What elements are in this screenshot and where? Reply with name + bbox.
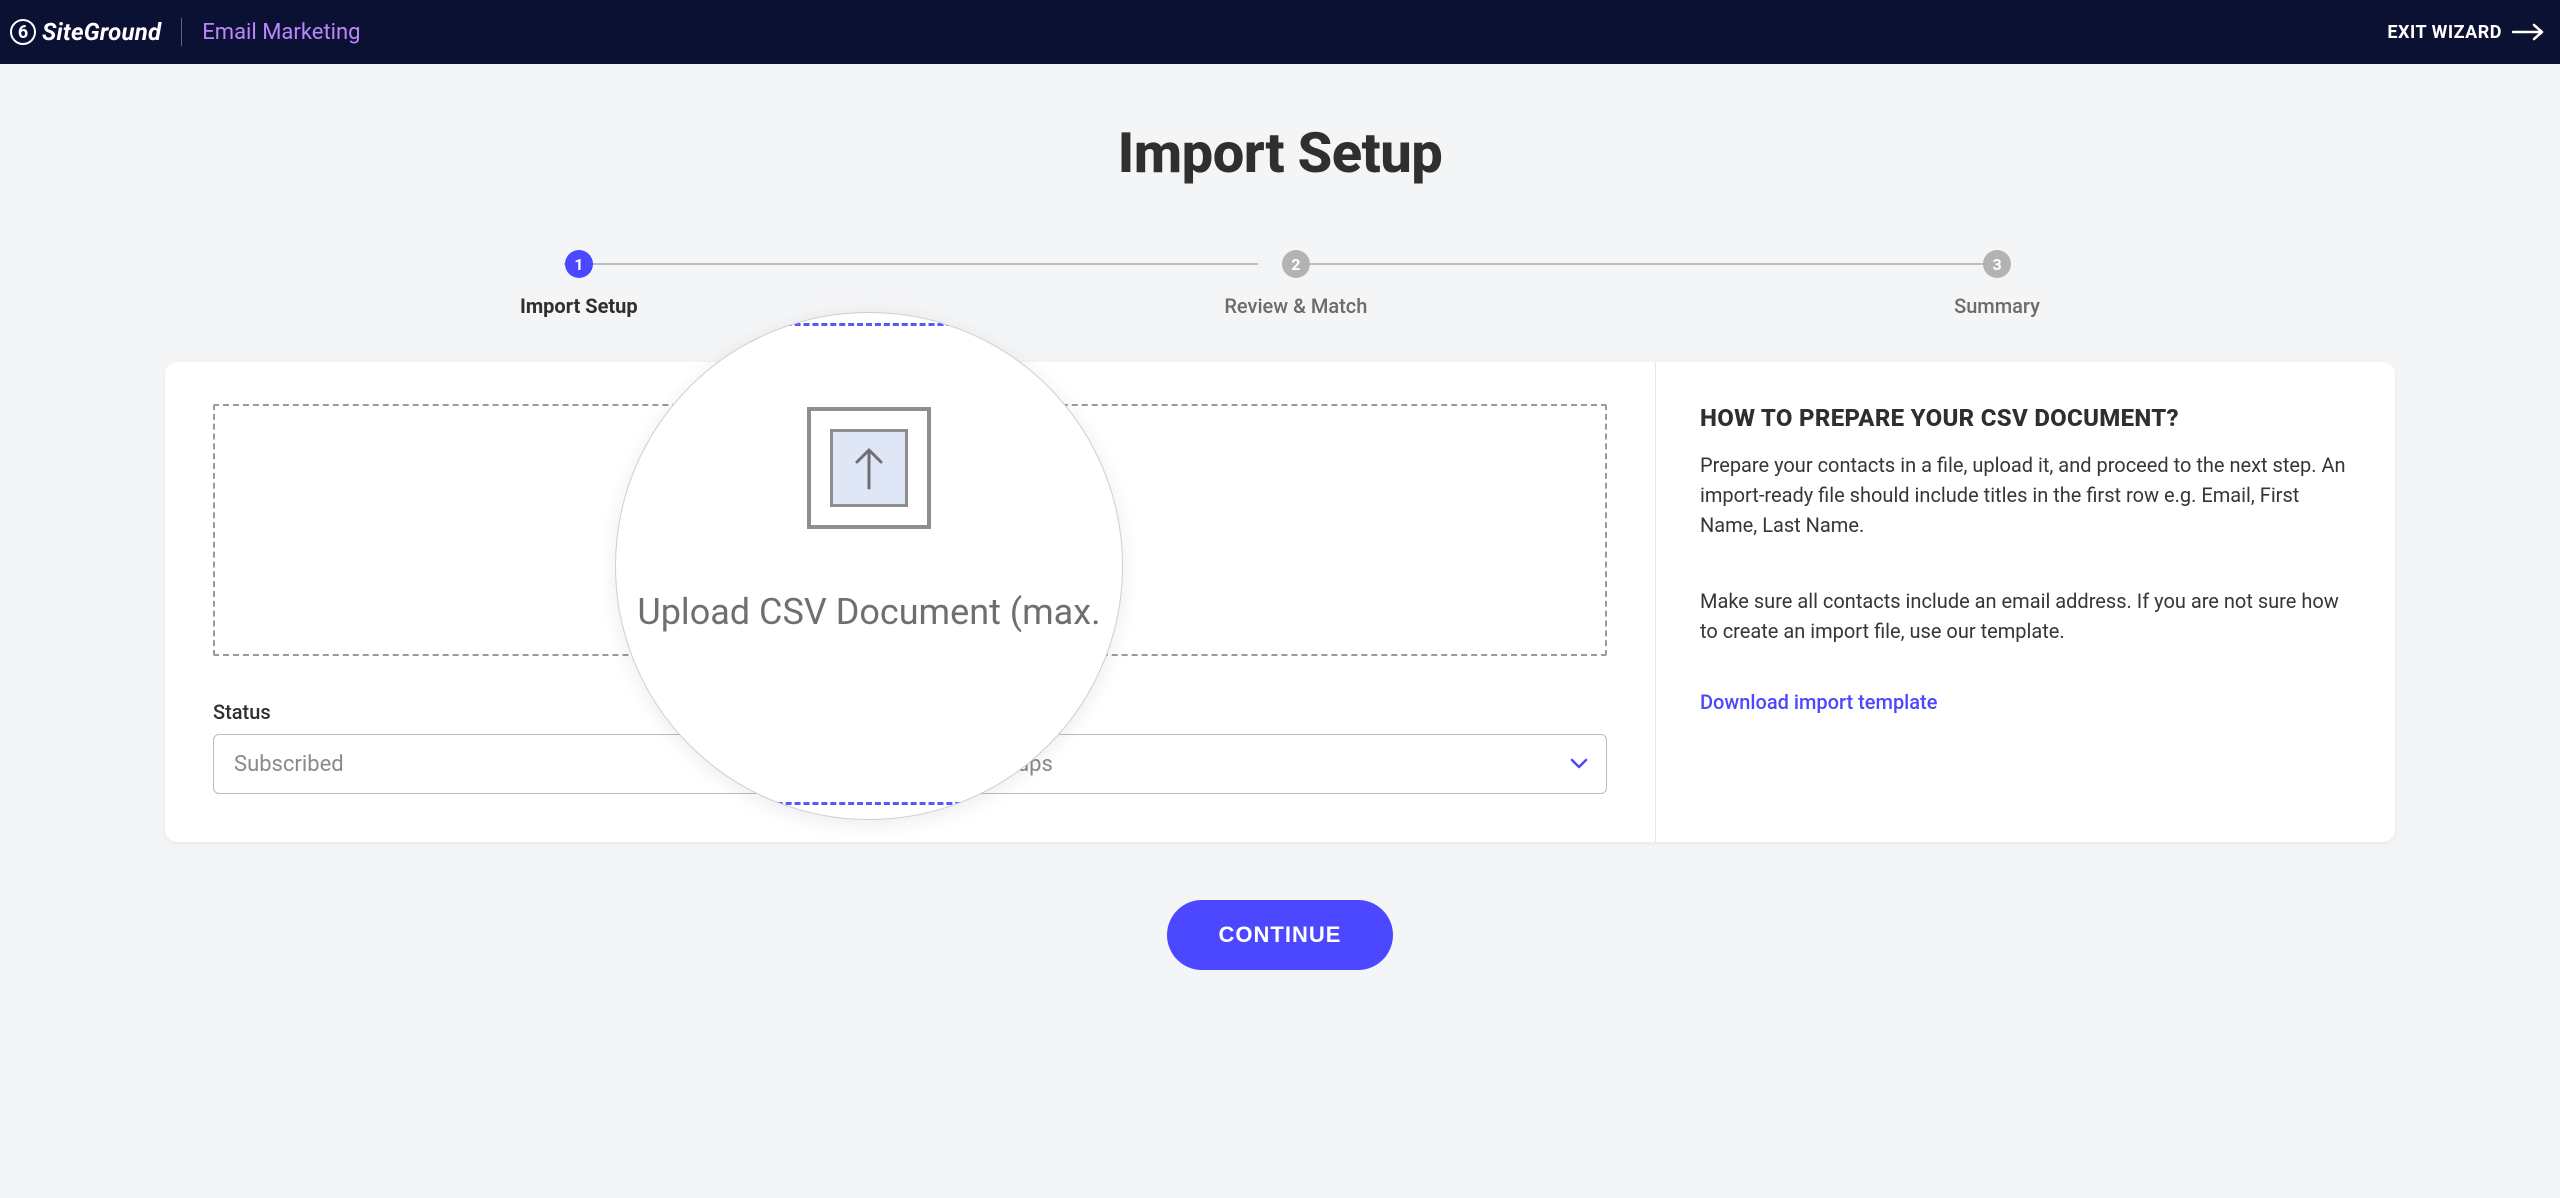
topbar: 6 SiteGround Email Marketing EXIT WIZARD <box>0 0 2560 64</box>
logo-mark-icon: 6 <box>10 19 36 45</box>
help-title: HOW TO PREPARE YOUR CSV DOCUMENT? <box>1700 404 2347 432</box>
step-dot: 1 <box>565 250 593 278</box>
logo-text: SiteGround <box>42 18 161 46</box>
divider <box>181 18 182 46</box>
magnifier-dash-bottom <box>616 802 1122 805</box>
exit-wizard-label: EXIT WIZARD <box>2387 22 2502 43</box>
main-card: Status Subscribed ps ect groups HOW TO P… <box>165 362 2395 842</box>
status-value: Subscribed <box>234 752 344 777</box>
brand-logo[interactable]: 6 SiteGround <box>10 18 161 46</box>
step-3[interactable]: 3 Summary <box>1954 250 2040 318</box>
upload-icon <box>807 407 931 529</box>
step-1[interactable]: 1 Import Setup <box>520 250 638 318</box>
chevron-down-icon <box>1570 758 1588 770</box>
step-line <box>564 263 1258 265</box>
continue-row: CONTINUE <box>0 900 2560 970</box>
help-text: Prepare your contacts in a file, upload … <box>1700 450 2347 646</box>
page-title: Import Setup <box>0 120 2560 186</box>
app-name[interactable]: Email Marketing <box>202 20 360 45</box>
help-para-2: Make sure all contacts include an email … <box>1700 586 2347 646</box>
step-label: Summary <box>1954 294 2040 318</box>
step-dot: 2 <box>1282 250 1310 278</box>
exit-wizard-button[interactable]: EXIT WIZARD <box>2387 22 2544 43</box>
help-para-1: Prepare your contacts in a file, upload … <box>1700 450 2347 540</box>
arrow-right-icon <box>2512 23 2544 41</box>
upload-text: Upload CSV Document (max. <box>637 591 1100 633</box>
step-dot: 3 <box>1983 250 2011 278</box>
magnifier-dash-top <box>616 323 1122 326</box>
download-template-link[interactable]: Download import template <box>1700 690 1937 714</box>
upload-icon-inner <box>830 429 908 507</box>
help-panel: HOW TO PREPARE YOUR CSV DOCUMENT? Prepar… <box>1655 362 2395 842</box>
continue-button[interactable]: CONTINUE <box>1167 900 1394 970</box>
magnifier-overlay: Upload CSV Document (max. <box>615 312 1123 820</box>
step-line <box>1302 263 1996 265</box>
step-label: Import Setup <box>520 294 638 318</box>
stepper: 1 Import Setup 2 Review & Match 3 Summar… <box>510 250 2050 318</box>
step-label: Review & Match <box>1224 294 1367 318</box>
step-2[interactable]: 2 Review & Match <box>1224 250 1367 318</box>
